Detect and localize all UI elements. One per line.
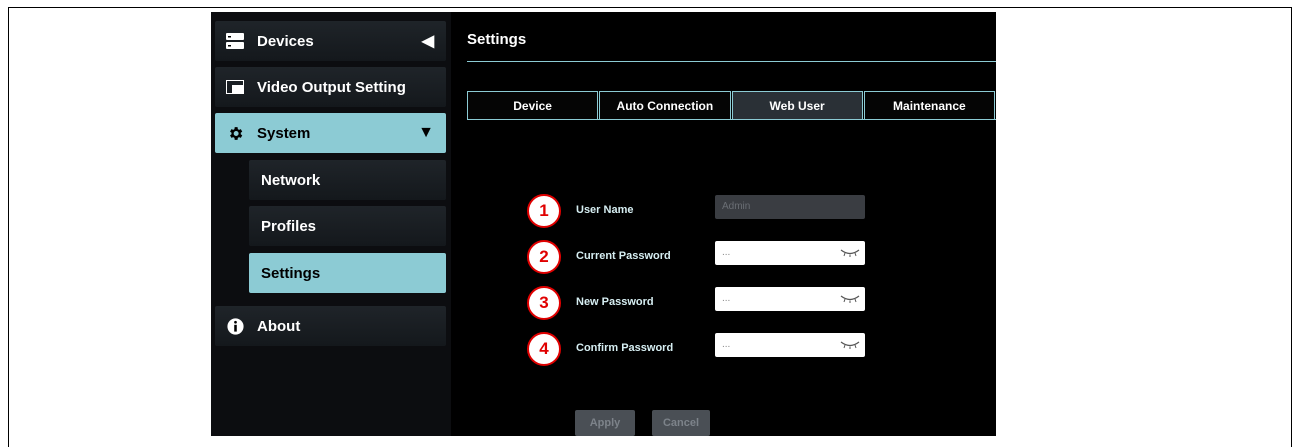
sidebar-item-devices[interactable]: Devices ◀ xyxy=(215,21,446,61)
user-name-value: Admin xyxy=(722,201,751,212)
new-password-row: 3 New Password ... xyxy=(527,286,927,326)
current-password-value: ... xyxy=(722,247,731,258)
display-icon xyxy=(226,78,244,96)
sidebar: Devices ◀ Video Output Setting System ▼ … xyxy=(211,12,451,436)
sidebar-item-label: Network xyxy=(261,171,321,189)
eye-closed-icon[interactable] xyxy=(840,338,860,350)
caret-down-icon: ▼ xyxy=(418,124,434,141)
sidebar-item-settings[interactable]: Settings xyxy=(249,253,446,293)
apply-button[interactable]: Apply xyxy=(575,410,635,436)
page-title: Settings xyxy=(467,31,527,48)
cancel-button[interactable]: Cancel xyxy=(652,410,710,436)
info-icon xyxy=(226,317,244,335)
tab-bar: Device Auto Connection Web User Maintena… xyxy=(467,91,996,119)
sidebar-item-video-output[interactable]: Video Output Setting xyxy=(215,67,446,107)
app-window: Devices ◀ Video Output Setting System ▼ … xyxy=(211,12,996,436)
eye-closed-icon[interactable] xyxy=(840,292,860,304)
annotation-marker: 2 xyxy=(527,240,561,274)
eye-closed-icon[interactable] xyxy=(840,246,860,258)
caret-left-icon: ◀ xyxy=(421,33,434,50)
confirm-password-label: Confirm Password xyxy=(576,342,674,354)
tab-maintenance[interactable]: Maintenance xyxy=(863,91,995,119)
sidebar-item-label: Devices xyxy=(257,32,314,50)
user-name-field: Admin xyxy=(715,195,865,219)
sidebar-item-label: System xyxy=(257,124,311,142)
annotation-marker: 1 xyxy=(527,194,561,228)
tab-auto-connection[interactable]: Auto Connection xyxy=(599,91,731,119)
current-password-field[interactable]: ... xyxy=(715,241,865,265)
tab-web-user[interactable]: Web User xyxy=(731,91,863,119)
new-password-label: New Password xyxy=(576,296,654,308)
new-password-field[interactable]: ... xyxy=(715,287,865,311)
sidebar-item-label: Settings xyxy=(261,264,321,282)
main-panel: Settings Device Auto Connection Web User… xyxy=(451,12,996,436)
gear-icon xyxy=(226,124,244,142)
new-password-value: ... xyxy=(722,293,731,304)
sidebar-item-label: Profiles xyxy=(261,217,317,235)
confirm-password-field[interactable]: ... xyxy=(715,333,865,357)
confirm-password-value: ... xyxy=(722,339,731,350)
annotation-marker: 3 xyxy=(527,286,561,320)
confirm-password-row: 4 Confirm Password ... xyxy=(527,332,927,372)
sidebar-item-profiles[interactable]: Profiles xyxy=(249,206,446,246)
sidebar-item-about[interactable]: About xyxy=(215,306,446,346)
sidebar-item-label: About xyxy=(257,317,301,335)
user-name-label: User Name xyxy=(576,204,634,216)
tab-divider xyxy=(467,119,996,120)
annotation-marker: 4 xyxy=(527,332,561,366)
user-name-row: 1 User Name Admin xyxy=(527,194,927,234)
sidebar-item-network[interactable]: Network xyxy=(249,160,446,200)
title-divider xyxy=(467,61,996,62)
sidebar-item-system[interactable]: System ▼ xyxy=(215,113,446,153)
current-password-label: Current Password xyxy=(576,250,671,262)
sidebar-item-label: Video Output Setting xyxy=(257,78,406,96)
server-icon xyxy=(226,32,244,50)
current-password-row: 2 Current Password ... xyxy=(527,240,927,280)
tab-device[interactable]: Device xyxy=(467,91,599,119)
